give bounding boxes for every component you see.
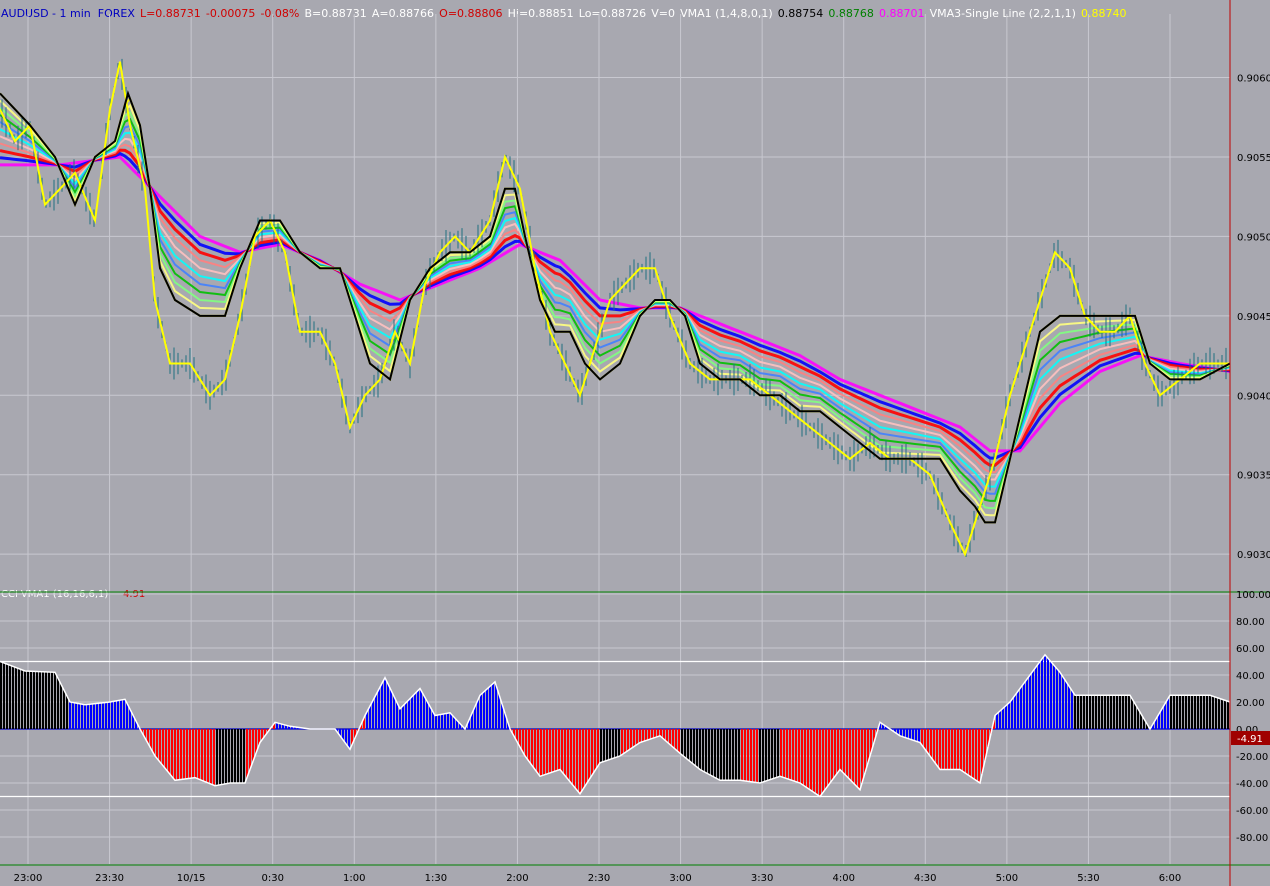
y-tick-label: 0.9030 [1237, 550, 1270, 561]
y-tick-label: 0.9040 [1237, 391, 1270, 402]
x-tick-label: 5:00 [996, 873, 1018, 884]
x-tick-label: 1:00 [343, 873, 365, 884]
y-tick-label: 0.9050 [1237, 232, 1270, 243]
y-tick-label: 0.9045 [1237, 312, 1270, 323]
x-tick-label: 4:30 [914, 873, 936, 884]
ind-tick-label: 40.00 [1236, 671, 1265, 682]
ind-tick-label: -20.00 [1236, 752, 1268, 763]
ribbon-line [0, 148, 1231, 467]
cci-value-marker-text: -4.91 [1237, 734, 1263, 745]
x-tick-label: 2:30 [588, 873, 610, 884]
ribbon-line [0, 155, 1231, 453]
ind-tick-label: 20.00 [1236, 698, 1265, 709]
x-tick-label: 1:30 [425, 873, 447, 884]
x-tick-label: 6:00 [1159, 873, 1181, 884]
y-tick-label: 0.9035 [1237, 471, 1270, 482]
x-tick-label: 3:00 [669, 873, 691, 884]
y-tick-label: 0.9055 [1237, 153, 1270, 164]
ind-tick-label: -60.00 [1236, 806, 1268, 817]
ind-tick-label: -80.00 [1236, 833, 1268, 844]
ind-tick-label: 80.00 [1236, 617, 1265, 628]
cci-histogram [0, 653, 1231, 798]
x-tick-label: 3:30 [751, 873, 773, 884]
x-tick-label: 10/15 [177, 873, 206, 884]
x-tick-label: 23:00 [14, 873, 43, 884]
ind-tick-label: -40.00 [1236, 779, 1268, 790]
chart-canvas[interactable]: 23:00 23:30 10/15 0:30 1:00 1:30 2:00 2:30 3:00 3… [0, 0, 1270, 886]
ind-tick-label: 100.00 [1236, 590, 1270, 601]
x-tick-label: 4:00 [832, 873, 854, 884]
x-tick-label: 23:30 [95, 873, 124, 884]
y-tick-label: 0.9060 [1237, 74, 1270, 85]
x-tick-label: 2:00 [506, 873, 528, 884]
vma-ribbon [0, 92, 1231, 524]
x-tick-label: 5:30 [1077, 873, 1099, 884]
x-tick-label: 0:30 [261, 873, 283, 884]
cci-value-marker: -4.91 [1231, 731, 1270, 745]
ind-tick-label: 60.00 [1236, 644, 1265, 655]
